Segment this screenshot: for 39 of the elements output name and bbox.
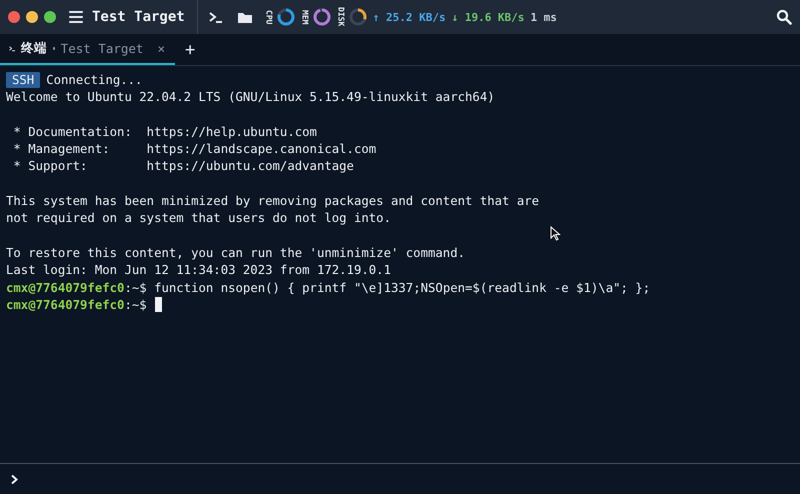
terminal-output: Welcome to Ubuntu 22.04.2 LTS (GNU/Linux 5.15.49-linuxkit aarch64) xyxy=(6,90,495,104)
zoom-window-button[interactable] xyxy=(44,11,56,23)
tab-title: 终端 xyxy=(21,40,48,57)
terminal-output: This system has been minimized by removing packages and content that are xyxy=(6,194,540,208)
terminal-command: function nsopen() { printf "\e]1337;NSOpen=$(readlink -e $1)\a"; }; xyxy=(153,280,650,295)
terminal-output: Last login: Mon Jun 12 11:34:03 2023 from 172.19.0.1 xyxy=(6,263,391,278)
prompt-path: :~$ xyxy=(124,280,147,295)
mouse-pointer-icon xyxy=(550,226,561,241)
folder-icon[interactable] xyxy=(236,10,253,24)
window-title: Test Target xyxy=(92,9,185,25)
terminal-output: To restore this content, you can run the 'unminimize' command. xyxy=(6,246,466,260)
terminal-icon[interactable] xyxy=(208,10,223,24)
terminal-output: not required on a system that users do not log into. xyxy=(6,211,391,226)
ssh-badge: SSH xyxy=(6,72,40,88)
meter-label: DISK xyxy=(336,7,346,27)
terminal-output: * Support: https://ubuntu.com/advantage xyxy=(12,159,354,174)
tab-subtitle: Test Target xyxy=(60,41,144,56)
usage-gauge xyxy=(312,8,331,26)
terminal-output: Connecting... xyxy=(46,73,142,87)
new-tab-button[interactable]: + xyxy=(181,40,200,60)
terminal-output: * Documentation: https://help.ubuntu.com xyxy=(12,124,317,139)
meter-label: MEM xyxy=(300,10,310,24)
minimize-window-button[interactable] xyxy=(26,11,38,23)
latency: 1 ms xyxy=(530,10,557,24)
download-rate: ↓ 19.6 KB/s xyxy=(452,10,524,24)
separator-dot-icon xyxy=(53,47,55,50)
chevron-icon[interactable] xyxy=(10,474,19,484)
upload-rate: ↑ 25.2 KB/s xyxy=(372,10,446,24)
close-window-button[interactable] xyxy=(8,11,20,23)
prompt-user-host: cmx@7764079fefc0 xyxy=(6,298,124,312)
terminal-output: * Management: https://landscape.canonical.com xyxy=(12,142,376,156)
close-tab-button[interactable]: × xyxy=(157,41,165,56)
meter-label: CPU xyxy=(264,10,274,24)
prompt-path: :~$ xyxy=(124,298,147,312)
search-icon[interactable] xyxy=(776,9,792,25)
usage-gauge xyxy=(348,8,367,26)
usage-gauge xyxy=(276,8,295,26)
prompt-user-host: cmx@7764079fefc0 xyxy=(6,280,124,295)
menu-icon[interactable] xyxy=(68,9,84,25)
